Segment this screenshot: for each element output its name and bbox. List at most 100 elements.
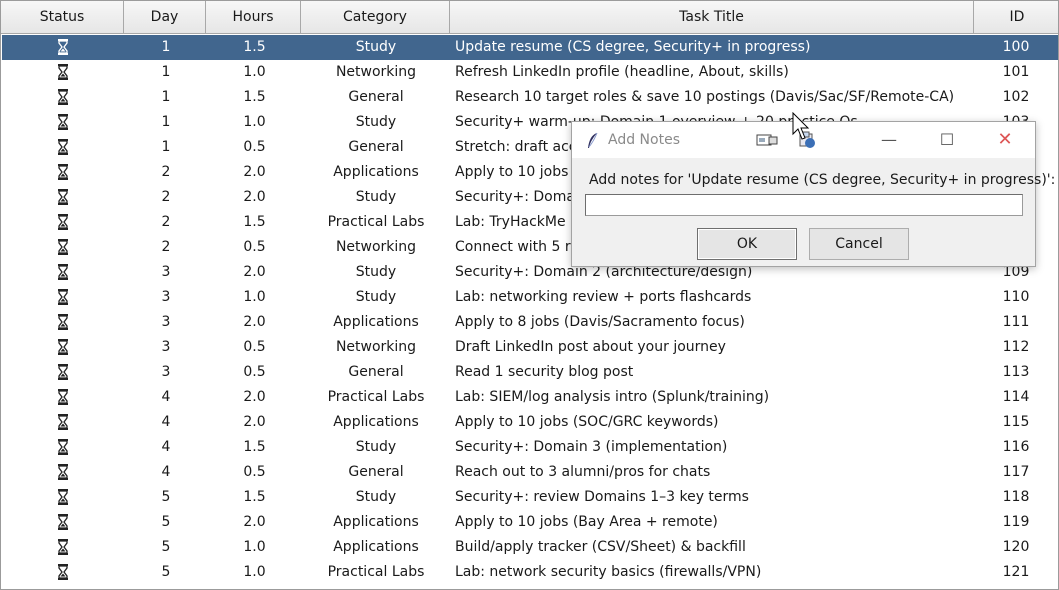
- cell-hours: 0.5: [243, 139, 266, 155]
- cell-day: 1: [161, 114, 171, 130]
- cell-category: Applications: [333, 539, 419, 555]
- table-row[interactable]: 1 1.5 General Research 10 target roles & sa…: [2, 85, 1058, 110]
- mouse-pointer-icon: [792, 112, 810, 140]
- cell-title: Build/apply tracker (CSV/Sheet) & backfi…: [455, 539, 746, 555]
- maximize-button[interactable]: ☐: [924, 122, 970, 158]
- cell-category: General: [348, 364, 404, 380]
- column-header-task-title[interactable]: Task Title: [450, 1, 974, 34]
- cell-day: 4: [161, 439, 171, 455]
- cell-day: 2: [161, 164, 171, 180]
- column-header-status[interactable]: Status: [1, 1, 124, 34]
- hourglass-icon: [2, 285, 124, 310]
- cell-category: Applications: [333, 514, 419, 530]
- cell-category: Study: [355, 289, 397, 305]
- column-header-hours[interactable]: Hours: [206, 1, 301, 34]
- notes-prompt-label: Add notes for 'Update resume (CS degree,…: [589, 172, 1056, 188]
- table-row[interactable]: 5 1.0 Applications Build/apply tracker (CSV…: [2, 535, 1058, 560]
- cell-id: 117: [1002, 464, 1030, 480]
- cell-hours: 1.5: [243, 439, 266, 455]
- cell-category: Networking: [335, 64, 417, 80]
- dialog-title: Add Notes: [608, 132, 680, 148]
- cell-day: 3: [161, 364, 171, 380]
- window-tool-icon[interactable]: [756, 133, 778, 147]
- cell-id: 100: [1002, 39, 1030, 55]
- table-row[interactable]: 4 2.0 Applications Apply to 10 jobs (SOC/GR…: [2, 410, 1058, 435]
- column-header-category[interactable]: Category: [301, 1, 450, 34]
- cell-day: 3: [161, 264, 171, 280]
- cell-hours: 1.5: [243, 39, 266, 55]
- cell-id: 102: [1002, 89, 1030, 105]
- cell-hours: 1.0: [243, 539, 266, 555]
- cell-day: 5: [161, 489, 171, 505]
- cell-category: General: [348, 139, 404, 155]
- cell-id: 110: [1002, 289, 1030, 305]
- column-header-day[interactable]: Day: [124, 1, 206, 34]
- table-row[interactable]: 4 1.5 Study Security+: Domain 3 (implementa…: [2, 435, 1058, 460]
- cell-day: 1: [161, 64, 171, 80]
- table-row[interactable]: 1 1.5 Study Update resume (CS degree, Secur…: [2, 35, 1058, 60]
- cell-category: Applications: [333, 314, 419, 330]
- hourglass-icon: [2, 435, 124, 460]
- cell-hours: 2.0: [243, 389, 266, 405]
- hourglass-icon: [2, 260, 124, 285]
- table-row[interactable]: 3 0.5 General Read 1 security blog post 113: [2, 360, 1058, 385]
- cell-hours: 2.0: [243, 414, 266, 430]
- hourglass-icon: [2, 410, 124, 435]
- cell-title: Apply to 10 jobs (Bay Area + remote): [455, 514, 718, 530]
- table-row[interactable]: 3 2.0 Applications Apply to 8 jobs (Davis/S…: [2, 310, 1058, 335]
- hourglass-icon: [2, 35, 124, 60]
- notes-input[interactable]: [585, 194, 1023, 216]
- cell-id: 116: [1002, 439, 1030, 455]
- cell-hours: 1.0: [243, 289, 266, 305]
- cancel-button[interactable]: Cancel: [809, 228, 909, 260]
- ok-button[interactable]: OK: [697, 228, 797, 260]
- add-notes-dialog[interactable]: Add Notes — ☐ ✕ Add notes for 'Update re…: [571, 121, 1055, 267]
- cell-category: Study: [355, 439, 397, 455]
- cell-day: 4: [161, 464, 171, 480]
- cell-hours: 1.5: [243, 489, 266, 505]
- cell-hours: 1.5: [243, 214, 266, 230]
- feather-icon: [588, 132, 598, 148]
- close-button[interactable]: ✕: [982, 122, 1028, 158]
- cell-title: Update resume (CS degree, Security+ in p…: [455, 39, 811, 55]
- table-header: Status Day Hours Category Task Title ID: [1, 1, 1058, 34]
- minimize-button[interactable]: —: [866, 122, 912, 158]
- table-row[interactable]: 5 1.5 Study Security+: review Domains 1–3 k…: [2, 485, 1058, 510]
- hourglass-icon: [2, 335, 124, 360]
- hourglass-icon: [2, 185, 124, 210]
- cell-title: Lab: SIEM/log analysis intro (Splunk/tra…: [455, 389, 770, 405]
- cell-day: 4: [161, 414, 171, 430]
- cell-id: 113: [1002, 364, 1030, 380]
- cell-hours: 2.0: [243, 314, 266, 330]
- cell-id: 121: [1002, 564, 1030, 580]
- cell-day: 5: [161, 514, 171, 530]
- table-row[interactable]: 5 2.0 Applications Apply to 10 jobs (Bay Ar…: [2, 510, 1058, 535]
- cell-id: 115: [1002, 414, 1030, 430]
- cell-hours: 0.5: [243, 339, 266, 355]
- table-row[interactable]: 4 2.0 Practical Labs Lab: SIEM/log analysis…: [2, 385, 1058, 410]
- cell-hours: 1.5: [243, 89, 266, 105]
- cell-category: Practical Labs: [327, 214, 425, 230]
- cell-day: 2: [161, 214, 171, 230]
- cell-id: 111: [1002, 314, 1030, 330]
- table-row[interactable]: 3 1.0 Study Lab: networking review + ports …: [2, 285, 1058, 310]
- task-table[interactable]: Status Day Hours Category Task Title ID …: [0, 0, 1059, 590]
- cell-day: 3: [161, 289, 171, 305]
- table-row[interactable]: 5 1.0 Practical Labs Lab: network security …: [2, 560, 1058, 585]
- table-row[interactable]: 4 0.5 General Reach out to 3 alumni/pros fo…: [2, 460, 1058, 485]
- cell-title: Read 1 security blog post: [455, 364, 634, 380]
- cell-hours: 2.0: [243, 189, 266, 205]
- cell-hours: 2.0: [243, 164, 266, 180]
- cell-hours: 1.0: [243, 64, 266, 80]
- cell-day: 1: [161, 39, 171, 55]
- table-row[interactable]: 1 1.0 Networking Refresh LinkedIn profile (…: [2, 60, 1058, 85]
- hourglass-icon: [2, 160, 124, 185]
- column-header-id[interactable]: ID: [974, 1, 1058, 34]
- cell-category: Study: [355, 189, 397, 205]
- hourglass-icon: [2, 135, 124, 160]
- table-row[interactable]: 3 0.5 Networking Draft LinkedIn post about …: [2, 335, 1058, 360]
- cell-category: Applications: [333, 164, 419, 180]
- cell-id: 118: [1002, 489, 1030, 505]
- cell-id: 119: [1002, 514, 1030, 530]
- hourglass-icon: [2, 235, 124, 260]
